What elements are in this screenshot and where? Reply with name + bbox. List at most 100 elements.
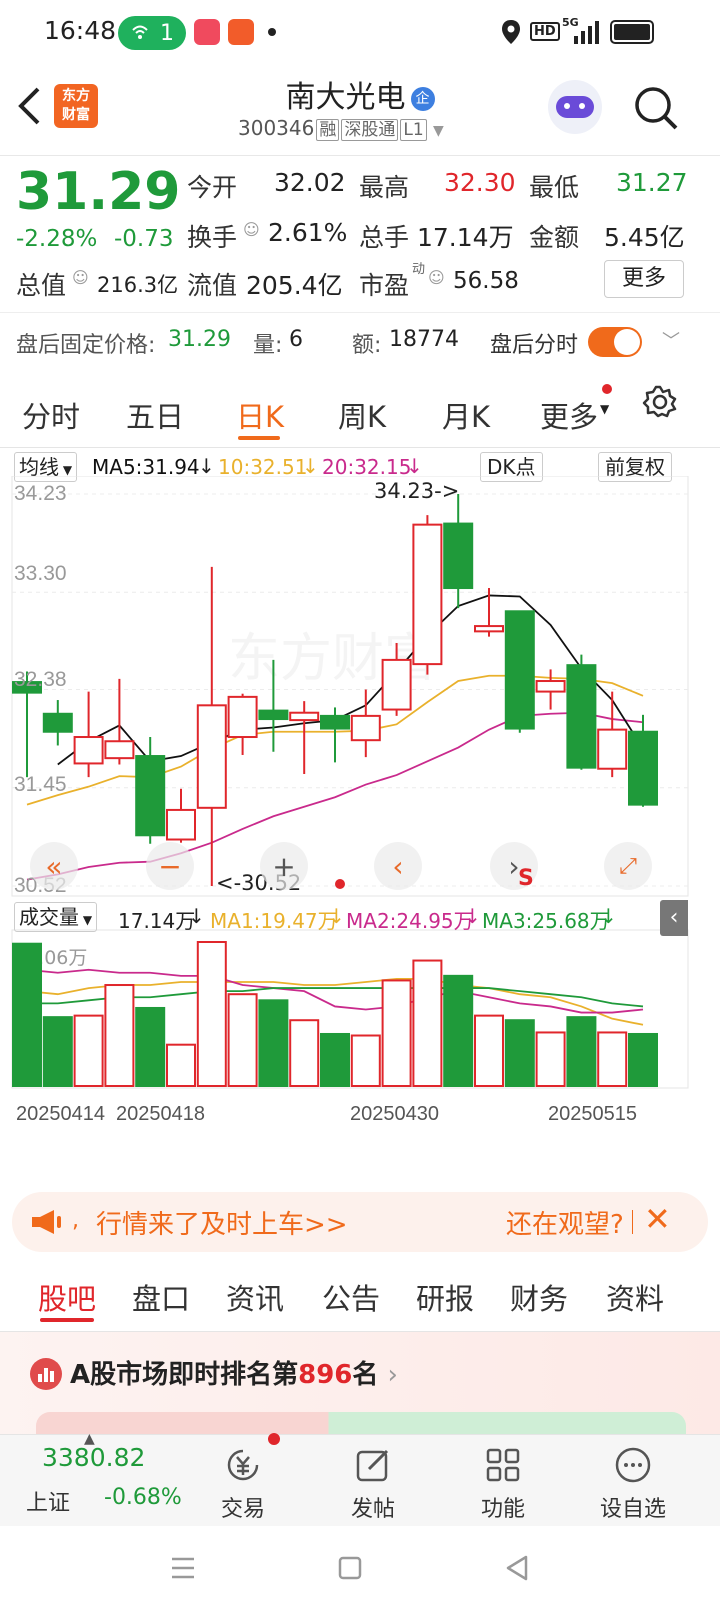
kline-chart[interactable]: 东方财富 34.23 33.30 32.38 31.45 30.52 34.23… xyxy=(0,476,720,1148)
hotspot-count: 1 xyxy=(160,20,174,46)
candle-body xyxy=(227,695,258,739)
stock-subtitle: 300346 融深股通 L1 ▼ xyxy=(238,116,444,141)
last-price: 31.29 xyxy=(16,162,181,222)
crosshair-icon[interactable]: + xyxy=(260,842,308,890)
stock-header: 东方 财富 南大光电 企 300346 融深股通 L1 ▼ xyxy=(0,64,720,156)
afterhours-toggle[interactable] xyxy=(588,327,642,357)
index-quote[interactable]: ▲ 3380.82 上证 -0.68% xyxy=(18,1431,188,1527)
tab-financials[interactable]: 财务 xyxy=(510,1276,568,1318)
tab-research[interactable]: 研报 xyxy=(416,1276,474,1318)
stock-title: 南大光电 企 xyxy=(0,72,720,116)
megaphone-icon xyxy=(32,1210,61,1234)
tab-monthly-k[interactable]: 月K xyxy=(442,394,490,436)
tab-five-day[interactable]: 五日 xyxy=(126,394,184,436)
active-tab-indicator xyxy=(238,436,280,440)
close-icon[interactable]: ✕ xyxy=(644,1200,671,1238)
menu-icon[interactable] xyxy=(170,1556,196,1580)
chevron-down-icon[interactable]: ﹀ xyxy=(662,327,680,353)
robot-avatar[interactable] xyxy=(548,80,602,134)
grid-functions-icon xyxy=(486,1448,520,1482)
system-nav-bar xyxy=(0,1526,720,1612)
price-tick: 31.45 xyxy=(14,773,67,796)
dock-trade-label: 交易 xyxy=(220,1497,265,1522)
candle-body xyxy=(104,740,135,760)
search-icon[interactable] xyxy=(632,84,680,132)
more-button[interactable]: 更多 xyxy=(604,260,684,298)
tab-daily-k[interactable]: 日K xyxy=(236,394,284,436)
tag-margin: 融 xyxy=(316,119,340,141)
volume-bar xyxy=(42,1016,73,1088)
trade-yen-icon xyxy=(227,1449,259,1481)
volume-bar xyxy=(597,1031,628,1088)
scroll-left-fast-icon[interactable]: « xyxy=(30,842,78,890)
tab-intraday[interactable]: 分时 xyxy=(22,394,80,436)
content-tabs: 股吧 盘口 资讯 公告 研报 财务 资料 xyxy=(0,1262,720,1332)
location-icon xyxy=(502,20,520,44)
date-label: 20250515 xyxy=(548,1103,637,1125)
price-tick: 33.30 xyxy=(14,562,67,585)
info-icon[interactable]: ☺ xyxy=(243,220,260,239)
candle-body xyxy=(412,523,443,666)
date-label: 20250414 xyxy=(16,1103,105,1125)
ranking-chart-icon xyxy=(30,1358,62,1390)
ranking-card[interactable]: A股市场即时排名第896名 › xyxy=(0,1332,720,1434)
vol-ma1: MA1:19.47万 xyxy=(210,909,338,933)
sentiment-bar xyxy=(36,1412,686,1434)
tab-order-book[interactable]: 盘口 xyxy=(132,1276,190,1318)
tab-forum[interactable]: 股吧 xyxy=(38,1276,96,1318)
tab-news[interactable]: 资讯 xyxy=(226,1276,284,1318)
banner-action[interactable]: 还在观望? xyxy=(506,1204,624,1241)
afterhours-amt: 18774 xyxy=(389,327,459,352)
chevron-down-icon[interactable]: ▼ xyxy=(433,123,444,139)
info-icon[interactable]: ☺ xyxy=(428,268,445,287)
dock-functions-label: 功能 xyxy=(480,1497,525,1522)
zoom-out-icon[interactable]: − xyxy=(146,842,194,890)
volume-bar xyxy=(566,1016,597,1088)
volume-select-label: 成交量 xyxy=(19,905,79,929)
home-icon[interactable] xyxy=(338,1556,362,1580)
amount-value: 5.45亿 xyxy=(604,223,685,252)
open-label: 今开 xyxy=(187,173,238,202)
index-change: -0.68% xyxy=(104,1485,182,1510)
quote-panel: 31.29 -2.28% -0.73 今开 32.02 最高 32.30 最低 … xyxy=(0,156,720,306)
dock-trade[interactable]: 交易 xyxy=(188,1433,298,1527)
event-dot xyxy=(335,879,345,889)
tab-announcements[interactable]: 公告 xyxy=(322,1276,380,1318)
promo-banner[interactable]: , 行情来了及时上车>> 还在观望? ✕ xyxy=(12,1192,708,1252)
dock-watchlist[interactable]: 设自选 xyxy=(578,1435,688,1527)
float-value: 205.4亿 xyxy=(246,271,343,300)
candle-body xyxy=(196,704,227,809)
tag-level: L1 xyxy=(400,119,427,141)
tab-more[interactable]: 更多 xyxy=(540,394,598,436)
afterhours-price-label: 盘后固定价格: xyxy=(16,333,156,358)
volume-bar xyxy=(535,1031,566,1088)
collapse-panel-icon[interactable]: ‹ xyxy=(660,900,688,936)
scroll-left-icon[interactable]: ‹ xyxy=(374,842,422,890)
info-icon[interactable]: ☺ xyxy=(72,268,89,287)
stock-name: 南大光电 xyxy=(285,80,406,115)
signal-icon xyxy=(574,21,599,44)
back-nav-icon[interactable] xyxy=(504,1554,530,1582)
volume-bar xyxy=(628,1032,658,1088)
afterhours-price: 31.29 xyxy=(168,327,231,352)
dock-post[interactable]: 发帖 xyxy=(318,1435,428,1527)
settings-gear-icon[interactable] xyxy=(642,384,678,420)
fullscreen-icon[interactable]: ⤢ xyxy=(604,842,652,890)
dock-functions[interactable]: 功能 xyxy=(448,1435,558,1527)
clock: 16:48 xyxy=(44,16,117,45)
afterhours-vol: 6 xyxy=(289,327,303,352)
candle-body xyxy=(535,680,566,693)
tab-weekly-k[interactable]: 周K xyxy=(338,394,386,436)
candle-body xyxy=(289,711,320,722)
ranking-number: 896 xyxy=(298,1360,353,1390)
battery-icon xyxy=(610,20,654,44)
index-name: 上证 xyxy=(26,1491,71,1516)
high-value: 32.30 xyxy=(444,168,516,197)
volume-options: 成交量 ▼ 17.14万 ↓ MA1:19.47万 ↓ MA2:24.95万 ↓ MA… xyxy=(0,900,720,936)
index-value: 3380.82 xyxy=(42,1443,146,1472)
period-tabs: 分时 五日 日K 周K 月K 更多 ▼ xyxy=(0,376,720,448)
tab-profile[interactable]: 资料 xyxy=(606,1276,664,1318)
volume-bar xyxy=(289,1019,320,1088)
candle-body xyxy=(73,736,104,765)
volume-select[interactable]: 成交量 ▼ xyxy=(14,902,98,932)
